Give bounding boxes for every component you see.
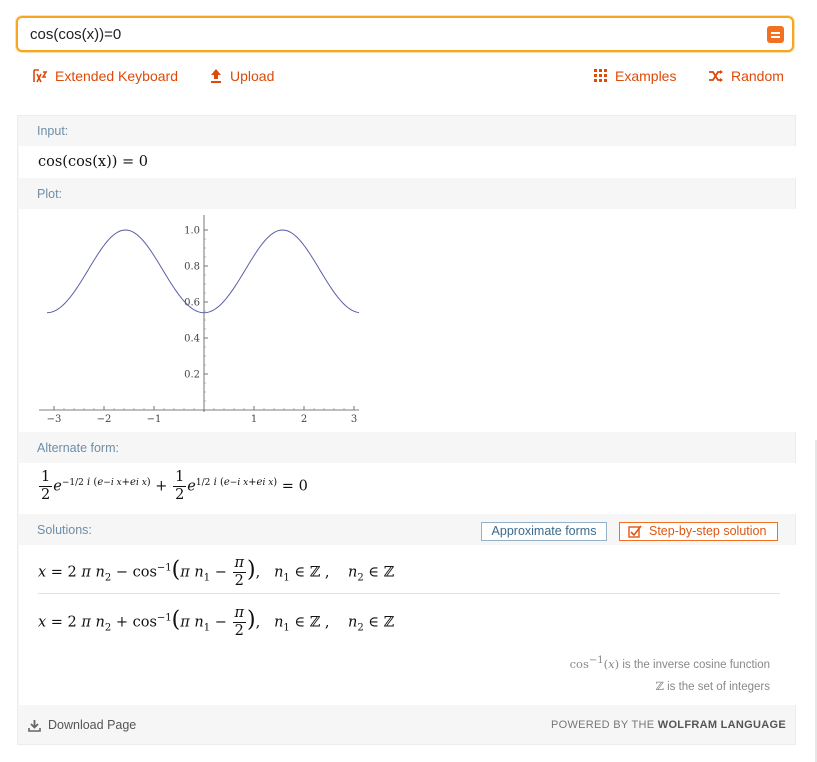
- solutions-pod[interactable]: x = 2 π n2 − cos−1(π n1 − π 2), n1 ∈ ℤ , …: [19, 545, 796, 705]
- x-tick-label: 2: [301, 414, 307, 425]
- step-by-step-label: Step-by-step solution: [649, 524, 767, 538]
- x-tick-label: −3: [47, 414, 62, 425]
- footnote-integers: ℤ is the set of integers: [655, 679, 770, 693]
- footnote-inverse-cos: cos−1(x) is the inverse cosine function: [569, 655, 770, 671]
- upload-label: Upload: [230, 68, 275, 84]
- alternate-expression: 1 2 e−1/2 i (e−i x+ei x) + 1 2 e1/2 i (e−i x…: [39, 469, 308, 503]
- plot-pod[interactable]: −3 −2 −1 1 2 3 0.2 0.4 0.6 0.8 1.0: [19, 209, 796, 432]
- keyboard-icon: [32, 68, 48, 84]
- input-pod[interactable]: cos(cos(x)) = 0: [19, 146, 796, 178]
- examples-label: Examples: [615, 68, 677, 84]
- upload-icon: [209, 68, 223, 84]
- solution-divider: [38, 593, 780, 594]
- step-by-step-button[interactable]: Step-by-step solution: [619, 522, 778, 541]
- powered-brand: WOLFRAM LANGUAGE: [657, 719, 786, 731]
- search-box[interactable]: cos(cos(x))=0: [16, 16, 794, 52]
- download-page-button[interactable]: Download Page: [28, 718, 136, 732]
- upload-button[interactable]: Upload: [209, 66, 274, 86]
- extended-keyboard-button[interactable]: Extended Keyboard: [32, 66, 178, 86]
- compute-icon[interactable]: [767, 26, 784, 43]
- search-input[interactable]: cos(cos(x))=0: [30, 26, 121, 43]
- random-label: Random: [731, 68, 784, 84]
- plot-curve: [46, 229, 359, 314]
- y-tick-label: 0.6: [184, 298, 200, 309]
- grid-icon: [594, 69, 608, 83]
- plot-pod-title: Plot:: [37, 187, 63, 201]
- input-expression: cos(cos(x)) = 0: [38, 154, 148, 170]
- plot-chart: −3 −2 −1 1 2 3 0.2 0.4 0.6 0.8 1.0: [39, 215, 359, 425]
- input-pod-title: Input:: [37, 124, 69, 138]
- powered-by[interactable]: POWERED BY THE WOLFRAM LANGUAGE: [551, 719, 786, 731]
- solution-1: x = 2 π n2 − cos−1(π n1 − π 2), n1 ∈ ℤ , …: [38, 555, 395, 589]
- x-tick-label: −2: [97, 414, 112, 425]
- step-by-step-icon: [628, 525, 642, 543]
- alternate-pod[interactable]: 1 2 e−1/2 i (e−i x+ei x) + 1 2 e1/2 i (e−i x…: [19, 463, 796, 514]
- extended-keyboard-label: Extended Keyboard: [55, 68, 178, 84]
- shuffle-icon: [708, 69, 724, 83]
- y-tick-label: 0.4: [184, 334, 200, 345]
- download-icon: [28, 719, 41, 732]
- results-card: Input: cos(cos(x)) = 0 Plot: −3 −2 −1 1 2 3 0.…: [17, 115, 796, 745]
- solutions-pod-title: Solutions:: [37, 523, 92, 537]
- y-tick-label: 1.0: [184, 226, 200, 237]
- x-tick-label: 3: [351, 414, 357, 425]
- download-label: Download Page: [48, 718, 137, 732]
- solution-2: x = 2 π n2 + cos−1(π n1 − π 2), n1 ∈ ℤ , …: [38, 605, 395, 639]
- y-tick-label: 0.2: [184, 370, 200, 381]
- random-button[interactable]: Random: [708, 66, 784, 86]
- examples-button[interactable]: Examples: [594, 66, 676, 86]
- powered-prefix: POWERED BY THE: [550, 719, 655, 731]
- x-tick-label: −1: [147, 414, 162, 425]
- alternate-pod-title: Alternate form:: [37, 441, 119, 455]
- approximate-forms-button[interactable]: Approximate forms: [481, 522, 607, 541]
- x-tick-label: 1: [251, 414, 257, 425]
- y-tick-label: 0.8: [184, 262, 200, 273]
